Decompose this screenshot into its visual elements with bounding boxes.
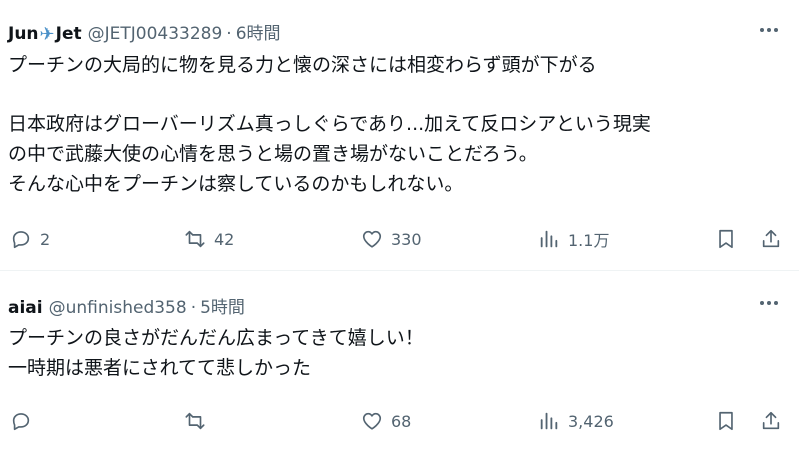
- like-button[interactable]: 68: [361, 406, 411, 436]
- tweet-text-line: 一時期は悪者にされてて悲しかった: [8, 357, 312, 379]
- more-icon[interactable]: [757, 20, 781, 40]
- action-bar: 2 42 330 1.1万: [0, 224, 799, 254]
- tweet-text: プーチンの良さがだんだん広まってきて嬉しい！ 一時期は悪者にされてて悲しかった: [8, 323, 788, 383]
- display-name-part1: Jun: [8, 24, 39, 44]
- tweet-text-line: 日本政府はグローバーリズム真っしぐらであり...加えて反ロシアという現実: [8, 113, 651, 135]
- views-icon: [540, 230, 558, 248]
- views-count: 1.1万: [568, 231, 610, 250]
- tweet[interactable]: aiai @unfinished358 · 5時間 プーチンの良さがだんだん広ま…: [0, 271, 799, 469]
- tweet[interactable]: Jun ✈ Jet @JETJ00433289 · 6時間 プーチンの大局的に物…: [0, 0, 799, 271]
- retweet-button[interactable]: [184, 406, 214, 436]
- user-handle[interactable]: @JETJ00433289: [88, 24, 223, 44]
- like-count: 330: [391, 229, 422, 249]
- user-handle[interactable]: @unfinished358: [49, 298, 187, 318]
- display-name[interactable]: Jun ✈ Jet: [8, 24, 82, 45]
- like-icon: [362, 230, 382, 248]
- display-name-part2: Jet: [55, 24, 82, 44]
- like-count: 68: [391, 411, 412, 431]
- share-icon: [762, 229, 780, 248]
- reply-icon: [12, 231, 30, 249]
- tweet-text-line: そんな心中をプーチンは察しているのかもしれない。: [8, 173, 464, 195]
- views-count: 3,426: [568, 411, 614, 431]
- views-button[interactable]: 1.1万: [538, 224, 609, 254]
- separator-dot: ·: [190, 298, 197, 318]
- tweet-text-line: の中で武藤大使の心情を思うと場の置き場がないことだろう。: [8, 143, 538, 165]
- tweet-text: プーチンの大局的に物を見る力と懐の深さには相変わらず頭が下がる 日本政府はグロー…: [8, 50, 788, 199]
- tweet-header: aiai @unfinished358 · 5時間: [8, 293, 245, 318]
- bookmark-icon: [719, 229, 733, 249]
- more-icon[interactable]: [757, 293, 781, 313]
- action-bar: 68 3,426: [0, 406, 799, 436]
- views-icon: [540, 412, 558, 430]
- share-button[interactable]: [760, 224, 782, 254]
- retweet-button[interactable]: 42: [184, 224, 234, 254]
- airplane-emoji-icon: ✈: [39, 23, 55, 45]
- separator-dot: ·: [226, 24, 232, 44]
- like-button[interactable]: 330: [361, 224, 422, 254]
- reply-button[interactable]: 2: [10, 224, 50, 254]
- tweet-header: Jun ✈ Jet @JETJ00433289 · 6時間: [8, 19, 281, 45]
- like-icon: [362, 412, 382, 430]
- retweet-icon: [185, 412, 205, 430]
- reply-button[interactable]: [10, 406, 40, 436]
- bookmark-icon: [719, 411, 733, 431]
- timestamp[interactable]: 5時間: [200, 293, 245, 318]
- retweet-icon: [185, 230, 205, 248]
- timestamp[interactable]: 6時間: [236, 19, 281, 44]
- display-name[interactable]: aiai: [8, 298, 43, 318]
- retweet-count: 42: [214, 229, 235, 249]
- reply-count: 2: [40, 229, 51, 249]
- views-button[interactable]: 3,426: [538, 406, 614, 436]
- bookmark-button[interactable]: [715, 406, 737, 436]
- share-icon: [762, 411, 780, 430]
- share-button[interactable]: [760, 406, 782, 436]
- reply-icon: [12, 413, 30, 431]
- tweet-text-line: プーチンの良さがだんだん広まってきて嬉しい！: [8, 327, 424, 349]
- tweet-text-line: プーチンの大局的に物を見る力と懐の深さには相変わらず頭が下がる: [8, 54, 597, 76]
- bookmark-button[interactable]: [715, 224, 737, 254]
